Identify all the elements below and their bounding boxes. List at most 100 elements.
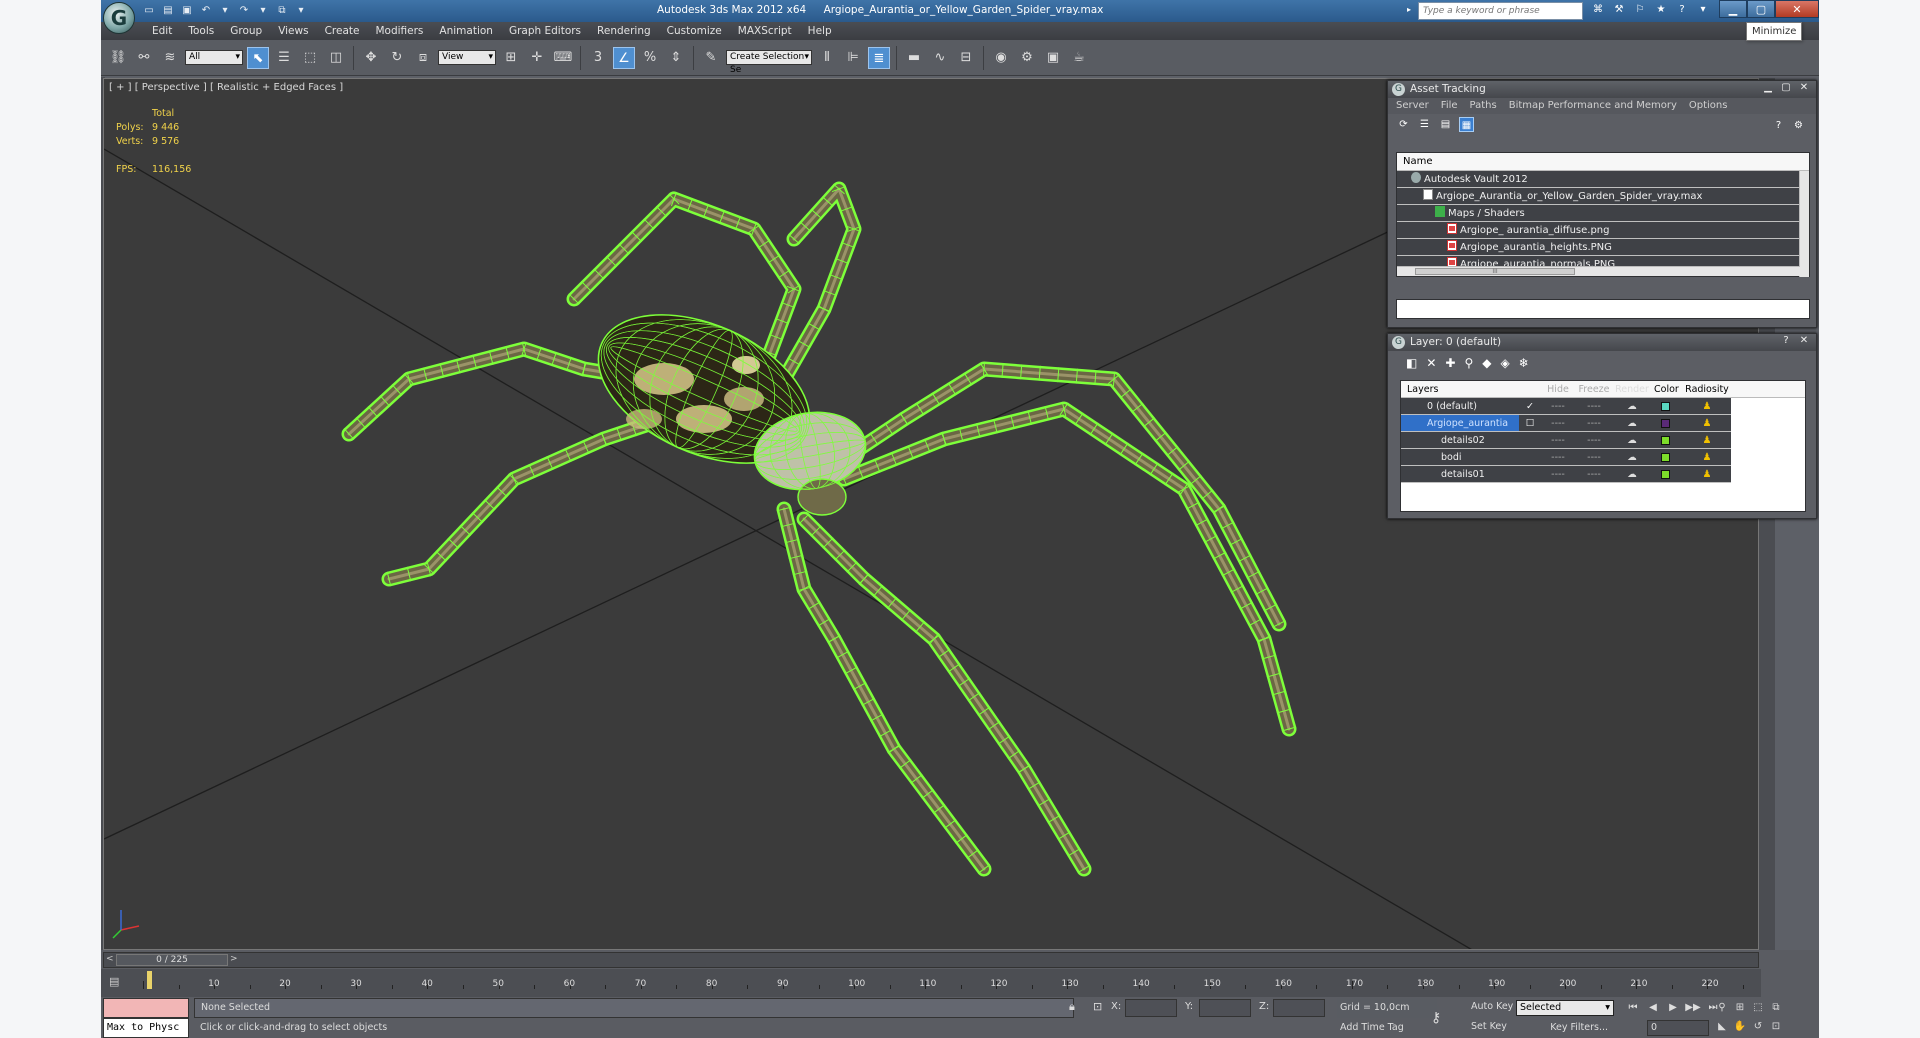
layer-color-swatch[interactable] (1651, 466, 1685, 482)
layer-manager-titlebar[interactable]: G Layer: 0 (default) ? ✕ (1388, 334, 1816, 351)
layer-freeze-toggle[interactable]: ---- (1575, 466, 1613, 482)
layer-freeze-toggle[interactable]: ---- (1575, 449, 1613, 465)
layer-name[interactable]: Argiope_aurantia (1401, 415, 1519, 431)
customize-qa-icon[interactable]: ▾ (293, 3, 309, 18)
set-key-icon[interactable]: ⚷ (1431, 1010, 1441, 1026)
asset-tracking-titlebar[interactable]: G Asset Tracking ▁ ▢ ✕ (1388, 81, 1816, 98)
help-dropdown-icon[interactable]: ▾ (1696, 3, 1710, 17)
y-coord-input[interactable] (1199, 999, 1251, 1017)
move-icon[interactable]: ✥ (360, 47, 382, 69)
col-color[interactable]: Color (1651, 381, 1685, 397)
viewport-label-menu[interactable]: [ + ] [ Perspective ] [ Realistic + Edge… (109, 82, 343, 93)
current-frame-marker[interactable] (147, 971, 152, 989)
zoom-extents-all-icon[interactable]: ⧉ (1769, 1000, 1783, 1015)
mirror-icon[interactable]: ⫴ (816, 47, 838, 69)
grid-view-icon[interactable]: ▦ (1459, 117, 1474, 132)
layer-render-icon[interactable]: ☁ (1613, 432, 1651, 448)
layer-hide-toggle[interactable]: ---- (1541, 398, 1575, 414)
go-to-start-icon[interactable]: ⏮ (1625, 1000, 1641, 1015)
add-time-tag-button[interactable]: Add Time Tag (1337, 1018, 1404, 1038)
menu-group[interactable]: Group (224, 22, 272, 40)
layer-freeze-toggle[interactable]: ---- (1575, 415, 1613, 431)
add-to-layer-icon[interactable]: ✚ (1445, 356, 1455, 373)
auto-key-button[interactable]: Auto Key (1471, 1001, 1513, 1012)
col-freeze[interactable]: Freeze (1575, 381, 1613, 397)
snaps-toggle-icon[interactable]: 3 (587, 47, 609, 69)
binoculars-icon[interactable]: ⌘ (1591, 3, 1605, 17)
layer-name[interactable]: bodi (1401, 449, 1519, 465)
layer-row[interactable]: bodi ---- ---- ☁ ♟ (1401, 449, 1731, 466)
delete-layer-icon[interactable]: ✕ (1426, 356, 1436, 373)
field-of-view-icon[interactable]: ◣ (1715, 1019, 1729, 1034)
col-hide[interactable]: Hide (1541, 381, 1575, 397)
asset-row[interactable]: Argiope_aurantia_heights.PNG (1397, 239, 1809, 256)
link-icon[interactable]: ⛓ (107, 47, 129, 69)
col-layers[interactable]: Layers (1401, 381, 1519, 397)
layer-hide-toggle[interactable]: ---- (1541, 449, 1575, 465)
asset-row[interactable]: Maps / Shaders (1397, 205, 1809, 222)
layer-hide-toggle[interactable]: ---- (1541, 432, 1575, 448)
asset-menu-options[interactable]: Options (1689, 98, 1728, 114)
time-slider-prev-icon[interactable]: < (106, 954, 114, 964)
angle-snap-icon[interactable]: ∠ (613, 46, 635, 69)
col-radiosity[interactable]: Radiosity (1685, 381, 1729, 397)
rect-selection-icon[interactable]: ⬚ (299, 47, 321, 69)
layer-help-icon[interactable]: ? (1778, 334, 1794, 347)
panel-maximize-icon[interactable]: ▢ (1778, 81, 1794, 94)
absolute-mode-icon[interactable]: ⊡ (1093, 1000, 1102, 1013)
select-by-name-icon[interactable]: ☰ (273, 47, 295, 69)
z-coord-input[interactable] (1273, 999, 1325, 1017)
asset-menu-bitmap-performance[interactable]: Bitmap Performance and Memory (1509, 98, 1677, 114)
asset-row[interactable]: Argiope_ aurantia_diffuse.png (1397, 222, 1809, 239)
asset-menu-paths[interactable]: Paths (1470, 98, 1497, 114)
layer-hide-toggle[interactable]: ---- (1541, 466, 1575, 482)
render-production-icon[interactable]: ☕ (1068, 47, 1090, 69)
window-crossing-icon[interactable]: ◫ (325, 47, 347, 69)
asset-menu-file[interactable]: File (1441, 98, 1458, 114)
layer-active-toggle[interactable] (1519, 432, 1541, 448)
redo-dropdown-icon[interactable]: ▾ (255, 3, 271, 18)
layer-name[interactable]: details01 (1401, 466, 1519, 482)
panel-close-icon[interactable]: ✕ (1796, 81, 1812, 94)
current-frame-input[interactable]: 0 (1647, 1020, 1709, 1036)
layer-radiosity-icon[interactable]: ♟ (1685, 466, 1729, 482)
time-slider-next-icon[interactable]: > (230, 954, 238, 964)
layer-radiosity-icon[interactable]: ♟ (1685, 415, 1729, 431)
layer-active-toggle[interactable] (1519, 466, 1541, 482)
close-button[interactable]: ✕ (1775, 0, 1819, 18)
zoom-icon[interactable]: ⚲ (1715, 1000, 1729, 1015)
material-editor-icon[interactable]: ◉ (990, 47, 1012, 69)
layer-render-icon[interactable]: ☁ (1613, 466, 1651, 482)
menu-maxscript[interactable]: MAXScript (732, 22, 802, 40)
project-folder-icon[interactable]: ⧉ (274, 3, 290, 18)
key-filters-button[interactable]: Key Filters... (1526, 1020, 1614, 1036)
undo-icon[interactable]: ↶ (198, 3, 214, 18)
table-view-icon[interactable]: ▤ (1438, 117, 1453, 132)
new-file-icon[interactable]: ▭ (141, 3, 157, 18)
track-bar-ruler[interactable]: 10 20 30 40 50 60 70 80 90 100 110 120 130 140 150 160 1… (143, 971, 1744, 989)
asset-column-name[interactable]: Name (1397, 153, 1809, 171)
play-icon[interactable]: ▶ (1665, 1000, 1681, 1015)
menu-tools[interactable]: Tools (182, 22, 224, 40)
menu-rendering[interactable]: Rendering (591, 22, 661, 40)
reference-coord-dropdown[interactable]: View (438, 50, 496, 65)
zoom-extents-icon[interactable]: ⬚ (1751, 1000, 1765, 1015)
refresh-icon[interactable]: ⟳ (1396, 117, 1411, 132)
freeze-all-layers-icon[interactable]: ❄ (1519, 356, 1529, 373)
open-file-icon[interactable]: ▤ (160, 3, 176, 18)
select-layer-objects-icon[interactable]: ⚲ (1464, 356, 1473, 373)
time-slider-thumb[interactable]: 0 / 225 (116, 954, 228, 966)
layer-render-icon[interactable]: ☁ (1613, 398, 1651, 414)
layer-render-icon[interactable]: ☁ (1613, 449, 1651, 465)
layer-radiosity-icon[interactable]: ♟ (1685, 432, 1729, 448)
layer-table[interactable]: Layers Hide Freeze Render Color Radiosit… (1400, 380, 1806, 512)
layer-row[interactable]: details01 ---- ---- ☁ ♟ (1401, 466, 1731, 483)
menu-help[interactable]: Help (802, 22, 842, 40)
undo-dropdown-icon[interactable]: ▾ (217, 3, 233, 18)
track-bar[interactable]: ▤ 10 20 30 40 50 60 70 80 90 100 110 120 130 140 150 16… (101, 969, 1761, 997)
save-file-icon[interactable]: ▣ (179, 3, 195, 18)
select-object-icon[interactable]: ⬉ (247, 46, 269, 69)
rendered-frame-window-icon[interactable]: ▣ (1042, 47, 1064, 69)
list-view-icon[interactable]: ☰ (1417, 117, 1432, 132)
col-render[interactable]: Render (1613, 381, 1651, 397)
